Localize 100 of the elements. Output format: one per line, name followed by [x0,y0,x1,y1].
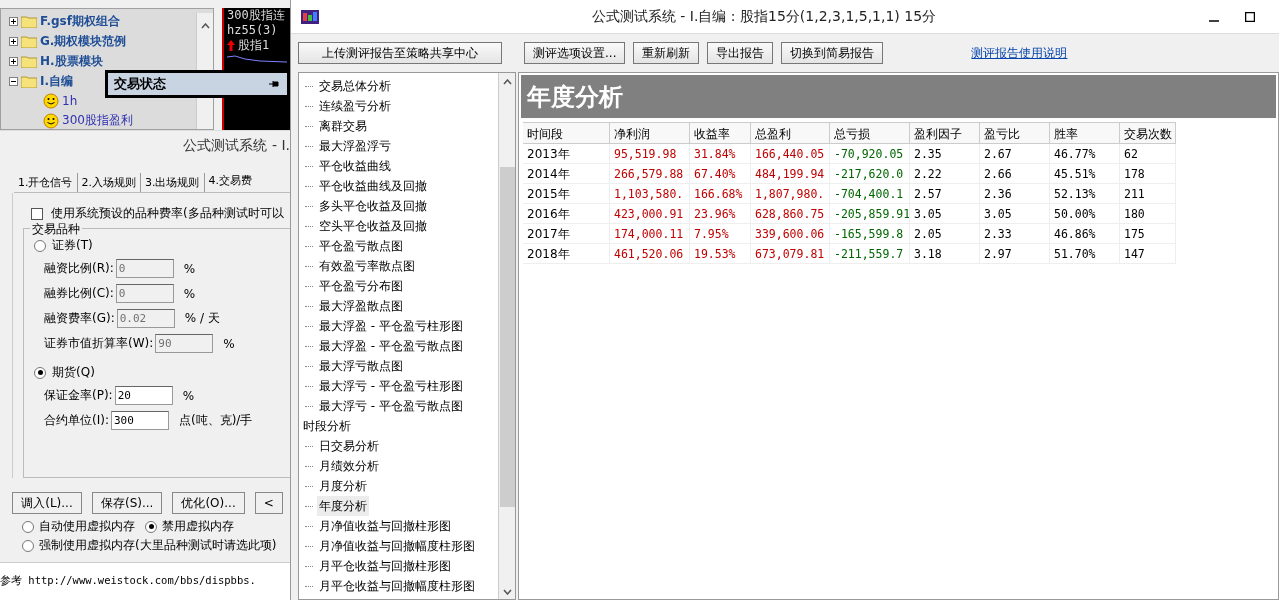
help-link[interactable]: 测评报告使用说明 [971,44,1068,62]
tree-item[interactable]: 300股指盈利 [62,112,133,129]
tree-item[interactable]: 月度分析 [317,476,369,496]
unit-label: % [223,336,235,351]
table-cell: 339,600.06 [751,224,830,244]
tree-item[interactable]: 空头平仓收益及回撤 [317,216,429,236]
dialog-button[interactable]: 优化(O)... [172,492,245,514]
tree-item[interactable]: 最大浮亏散点图 [317,356,405,376]
table-cell: -205,859.91 [830,204,910,224]
tree-item[interactable]: 月平仓收益与回撤柱形图 [317,556,453,576]
column-header: 盈亏比 [980,122,1050,144]
upload-button[interactable]: 上传测评报告至策略共享中心 [298,42,502,64]
tree-item[interactable]: 最大浮盈 - 平仓盈亏柱形图 [317,316,465,336]
tree-item[interactable]: 时段分析 [301,416,353,436]
tree-item[interactable]: 平仓盈亏散点图 [317,236,405,256]
radio-button[interactable] [22,539,34,552]
tree-item[interactable]: 月净值收益与回撤柱形图 [317,516,453,536]
table-cell: -704,400.1 [830,184,910,204]
tree-item[interactable]: I.自编 [40,73,74,90]
tree-item[interactable]: 最大浮亏 - 平仓盈亏柱形图 [317,376,465,396]
tree-item[interactable]: 月绩效分析 [317,456,381,476]
tree-item[interactable]: 平仓收益曲线及回撤 [317,176,429,196]
table-cell: 628,860.75 [751,204,830,224]
table-cell: 31.84% [690,144,751,164]
table-cell: 95,519.98 [610,144,690,164]
tree-item[interactable]: F.gsf期权组合 [40,13,120,30]
radio-label: 强制使用虚拟内存(大里品种测试时请选此项) [39,537,277,554]
radio-button[interactable] [145,520,157,533]
radio-button[interactable] [22,520,34,533]
toolbar-button[interactable]: 切换到简易报告 [781,42,884,64]
radio-label: 期货(Q) [52,364,95,381]
collapse-icon[interactable] [9,77,18,86]
tree-item[interactable]: 平仓收益曲线 [317,156,393,176]
report-heading: 年度分析 [521,75,1276,118]
column-header: 胜率 [1050,122,1120,144]
input-field[interactable]: 20 [114,386,173,405]
tree-item[interactable]: 离群交易 [317,116,369,136]
tree-item[interactable]: 最大浮盈 - 平仓盈亏散点图 [317,336,465,356]
column-header: 总亏损 [830,122,910,144]
tree-item[interactable]: 平仓盈亏分布图 [317,276,405,296]
column-header: 时间段 [523,122,610,144]
tree-item[interactable]: 年度分析 [317,496,369,516]
field-label: 融券比例(C): [44,285,114,302]
toolbar-button[interactable]: 重新刷新 [633,42,700,64]
table-cell: 2.33 [980,224,1050,244]
toolbar-button[interactable]: 测评选项设置... [524,42,626,64]
field-label: 证券市值折算率(W): [44,335,154,352]
tree-item[interactable]: G.期权模块范例 [40,33,127,50]
table-cell: 2.97 [980,244,1050,264]
panel-title: 交易状态 [114,75,166,93]
table-cell: 2.36 [980,184,1050,204]
dialog-button[interactable]: 调入(L)... [12,492,82,514]
table-cell: -211,559.7 [830,244,910,264]
group-title: 交易品种 [30,221,82,238]
tree-item[interactable]: 多头平仓收益及回撤 [317,196,429,216]
maximize-icon[interactable] [1245,11,1255,22]
checkbox[interactable] [31,207,43,220]
expand-icon[interactable] [9,37,18,46]
table-cell: 484,199.94 [751,164,830,184]
tree-item[interactable]: 交易总体分析 [317,76,393,96]
table-cell: 2018年 [523,244,610,264]
unit-label: 点(吨、克)/手 [178,412,253,429]
tree-item[interactable]: 日交易分析 [317,436,381,456]
tree-item[interactable]: 有效盈亏率散点图 [317,256,417,276]
table-cell: 2015年 [523,184,610,204]
column-header: 收益率 [690,122,751,144]
table-cell: 2013年 [523,144,610,164]
tree-item[interactable]: 1h [62,94,78,108]
pin-icon[interactable] [269,80,279,88]
tree-item[interactable]: 月平仓收益与回撤幅度柱形图 [317,576,477,596]
checkbox-label: 使用系统预设的品种费率(多品种测试时可以 [51,205,284,222]
table-cell: 2017年 [523,224,610,244]
scroll-up-icon[interactable] [200,23,210,29]
expand-icon[interactable] [9,17,18,26]
table-cell: 266,579.88 [610,164,690,184]
radio-button[interactable] [34,366,46,379]
table-cell: 7.95% [690,224,751,244]
dialog-button[interactable]: < [254,492,283,514]
tree-item[interactable]: 月净值收益与回撤幅度柱形图 [317,536,477,556]
dialog-button[interactable]: 保存(S)... [92,492,163,514]
tree-item[interactable]: H.股票模块 [40,53,103,70]
tree-item[interactable]: 最大浮盈浮亏 [317,136,393,156]
tree-item[interactable]: 最大浮亏 - 平仓盈亏散点图 [317,396,465,416]
tree-item[interactable]: 连续盈亏分析 [317,96,393,116]
tree-item[interactable]: 最大浮盈散点图 [317,296,405,316]
table-cell: -165,599.8 [830,224,910,244]
scroll-up-icon[interactable] [502,79,512,85]
table-cell: 166,440.05 [751,144,830,164]
folder-icon [21,55,37,68]
table-cell: 1,807,980. [751,184,830,204]
table-cell: 461,520.06 [610,244,690,264]
table-cell: 174,000.11 [610,224,690,244]
expand-icon[interactable] [9,57,18,66]
input-field[interactable]: 300 [110,411,169,430]
radio-label: 自动使用虚拟内存 [39,518,135,535]
column-header: 盈利因子 [910,122,980,144]
scroll-thumb[interactable] [499,167,515,507]
toolbar-button[interactable]: 导出报告 [707,42,774,64]
scroll-down-icon[interactable] [502,589,512,595]
radio-button[interactable] [34,239,46,252]
